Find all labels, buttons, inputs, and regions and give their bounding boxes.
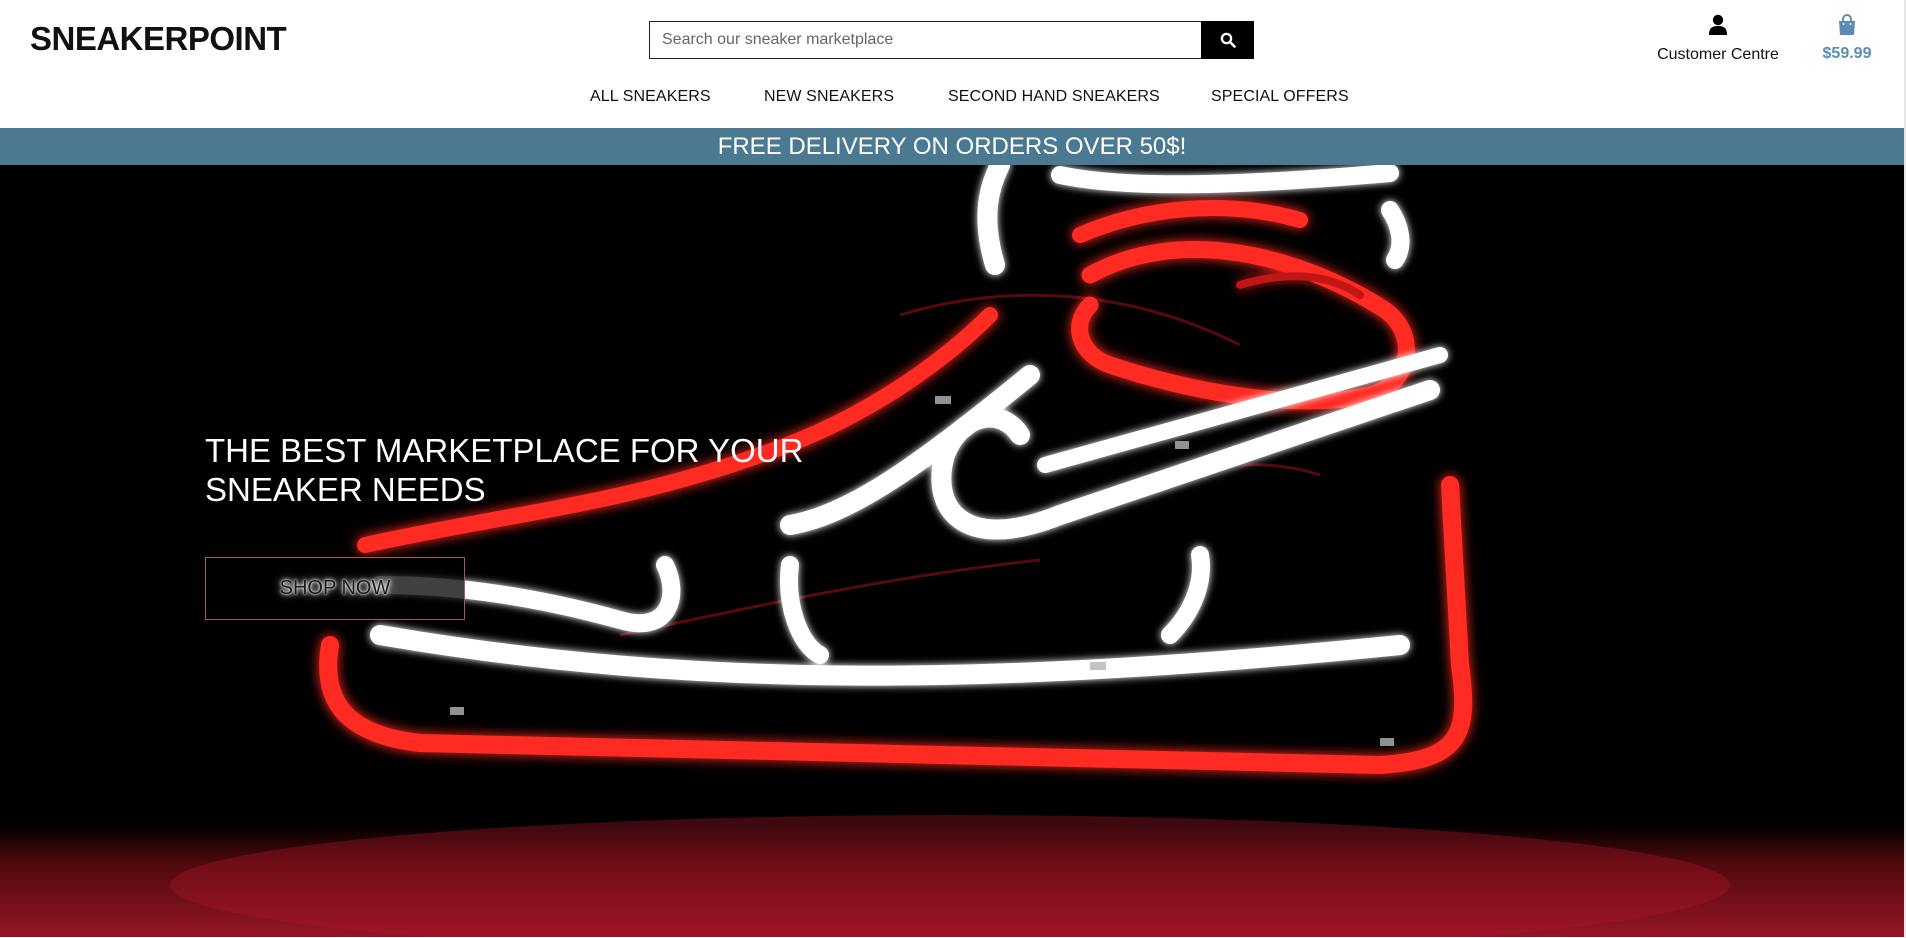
- user-icon: [1709, 14, 1727, 35]
- shopping-bag-icon: [1839, 14, 1855, 35]
- nav-new-sneakers[interactable]: NEW SNEAKERS: [764, 88, 894, 106]
- search-input[interactable]: [649, 21, 1201, 59]
- nav-all-sneakers[interactable]: ALL SNEAKERS: [590, 88, 711, 106]
- cart-total: $59.99: [1822, 45, 1872, 62]
- hero-headline: THE BEST MARKETPLACE FOR YOUR SNEAKER NE…: [205, 432, 804, 508]
- search-icon: [1220, 32, 1236, 48]
- main-nav: ALL SNEAKERS NEW SNEAKERS SECOND HAND SN…: [0, 88, 1904, 114]
- shop-now-button[interactable]: SHOP NOW: [205, 557, 465, 620]
- search-button[interactable]: [1201, 21, 1254, 59]
- nav-second-hand-sneakers[interactable]: SECOND HAND SNEAKERS: [948, 88, 1160, 106]
- customer-centre-label: Customer Centre: [1657, 46, 1779, 63]
- nav-special-offers[interactable]: SPECIAL OFFERS: [1211, 88, 1349, 106]
- site-logo[interactable]: SNEAKERPOINT: [30, 20, 287, 58]
- hero-section: THE BEST MARKETPLACE FOR YOUR SNEAKER NE…: [0, 165, 1904, 937]
- neon-sneaker-image: [0, 165, 1904, 937]
- site-header: SNEAKERPOINT Customer Centre $59.99 ALL …: [0, 0, 1904, 128]
- customer-centre-link[interactable]: Customer Centre: [1655, 14, 1781, 64]
- delivery-banner: FREE DELIVERY ON ORDERS OVER 50$!: [0, 128, 1904, 165]
- cart-link[interactable]: $59.99: [1818, 14, 1876, 63]
- search-form: [649, 21, 1254, 59]
